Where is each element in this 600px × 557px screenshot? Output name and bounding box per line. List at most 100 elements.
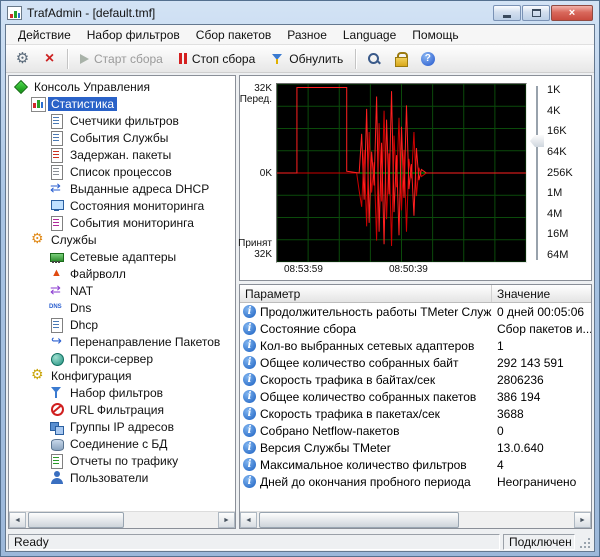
tree-item-label: Сетевые адаптеры	[67, 250, 179, 264]
table-row[interactable]: i Максимальное количество фильтров 4	[240, 456, 591, 473]
tree-item[interactable]: Консоль Управления	[9, 78, 235, 95]
parameter-cell: i Продолжительность работы TMeter Служ..…	[240, 305, 492, 319]
tree-item-label: Набор фильтров	[67, 386, 166, 400]
tree-item[interactable]: URL Фильтрация	[9, 401, 235, 418]
tree-item[interactable]: События Службы	[9, 129, 235, 146]
connection-status: Подключен	[503, 534, 575, 550]
scrollbar-thumb[interactable]	[259, 512, 459, 528]
tree-item[interactable]: Сетевые адаптеры	[9, 248, 235, 265]
table-row[interactable]: i Дней до окончания пробного периода Нео…	[240, 473, 591, 490]
column-header-value[interactable]: Значение	[492, 285, 591, 302]
resize-grip[interactable]	[578, 534, 592, 550]
table-row[interactable]: i Продолжительность работы TMeter Служ..…	[240, 303, 591, 320]
tree-item-icon	[49, 335, 65, 349]
tree-item-icon	[49, 114, 65, 128]
info-icon: i	[243, 407, 256, 420]
traffic-graph-svg	[277, 84, 526, 262]
parameter-text: Версия Службы TMeter	[260, 441, 391, 455]
start-capture-button[interactable]: Старт сбора	[73, 48, 170, 70]
inspect-button[interactable]	[361, 48, 386, 70]
settings-button[interactable]: ⚙	[10, 48, 35, 70]
tree-item-label: Перенаправление Пакетов	[67, 335, 223, 349]
tree-item[interactable]: Соединение с БД	[9, 435, 235, 452]
tree-item[interactable]: Службы	[9, 231, 235, 248]
scale-label: 4K	[547, 105, 591, 117]
tree-item[interactable]: Dhcp	[9, 316, 235, 333]
tree-item[interactable]: Прокси-сервер	[9, 350, 235, 367]
tree-item[interactable]: Группы IP адресов	[9, 418, 235, 435]
table-row[interactable]: i Версия Службы TMeter 13.0.640	[240, 439, 591, 456]
table-row[interactable]: i Общее количество собранных байт 292 14…	[240, 354, 591, 371]
minimize-button[interactable]	[493, 5, 521, 21]
menu-item[interactable]: Сбор пакетов	[188, 26, 279, 44]
parameter-text: Кол-во выбранных сетевых адаптеров	[260, 339, 474, 353]
table-row[interactable]: i Состояние сбора Сбор пакетов и...	[240, 320, 591, 337]
tree-item-icon	[13, 80, 29, 94]
stop-capture-button[interactable]: Стоп сбора	[172, 48, 262, 70]
parameter-cell: i Собрано Netflow-пакетов	[240, 424, 492, 438]
scroll-left-button[interactable]: ◄	[240, 512, 257, 528]
right-pane: 32K Перед. 0K Принят 32K	[239, 75, 592, 529]
tree-item-icon	[49, 420, 65, 434]
tree-item[interactable]: Конфигурация	[9, 367, 235, 384]
parameter-cell: i Общее количество собранных байт	[240, 356, 492, 370]
scrollbar-thumb[interactable]	[28, 512, 124, 528]
reset-counters-label: Обнулить	[289, 52, 343, 66]
tree-item-label: Консоль Управления	[31, 80, 153, 94]
parameter-text: Состояние сбора	[260, 322, 356, 336]
table-row[interactable]: i Скорость трафика в пакетах/сек 3688	[240, 405, 591, 422]
table-row[interactable]: i Кол-во выбранных сетевых адаптеров 1	[240, 337, 591, 354]
scroll-left-button[interactable]: ◄	[9, 512, 26, 528]
tree-item[interactable]: Задержан. пакеты	[9, 146, 235, 163]
table-row[interactable]: i Собрано Netflow-пакетов 0	[240, 422, 591, 439]
tree-item[interactable]: Выданные адреса DHCP	[9, 180, 235, 197]
graph-y-labels: 32K Перед. 0K Принят 32K	[240, 83, 276, 263]
tree-item[interactable]: Пользователи	[9, 469, 235, 486]
column-header-parameter[interactable]: Параметр	[240, 285, 492, 302]
help-button[interactable]: ?	[415, 48, 440, 70]
scroll-right-button[interactable]: ►	[218, 512, 235, 528]
tree-item[interactable]: Состояния мониторинга	[9, 197, 235, 214]
traffic-graph	[276, 83, 527, 263]
reset-counters-button[interactable]: Обнулить	[264, 48, 350, 70]
slider-track[interactable]	[536, 86, 538, 260]
scrollbar-track[interactable]	[257, 512, 574, 528]
menu-item[interactable]: Набор фильтров	[79, 26, 188, 44]
tree-item-icon	[49, 284, 65, 298]
menu-item[interactable]: Помощь	[404, 26, 466, 44]
value-cell: 386 194	[492, 390, 591, 404]
info-icon: i	[243, 441, 256, 454]
table-row[interactable]: i Скорость трафика в байтах/сек 2806236	[240, 371, 591, 388]
menu-item[interactable]: Language	[335, 26, 404, 44]
delete-filter-button[interactable]: ×	[37, 48, 62, 70]
value-cell: 0	[492, 424, 591, 438]
tree-item-label: Группы IP адресов	[67, 420, 177, 434]
tree-item[interactable]: События мониторинга	[9, 214, 235, 231]
scrollbar-track[interactable]	[26, 512, 218, 528]
menu-item[interactable]: Разное	[279, 26, 335, 44]
tree-item[interactable]: Dns	[9, 299, 235, 316]
parameter-text: Общее количество собранных пакетов	[260, 390, 476, 404]
tree-item[interactable]: NAT	[9, 282, 235, 299]
slider-handle[interactable]	[530, 135, 544, 147]
tree-item[interactable]: Отчеты по трафику	[9, 452, 235, 469]
close-button[interactable]: ×	[551, 5, 593, 21]
menu-item[interactable]: Действие	[10, 26, 79, 44]
info-icon: i	[243, 356, 256, 369]
security-button[interactable]	[388, 48, 413, 70]
scroll-right-button[interactable]: ►	[574, 512, 591, 528]
tree-item[interactable]: Статистика	[9, 95, 235, 112]
tree-item[interactable]: Список процессов	[9, 163, 235, 180]
tree-item[interactable]: Файрволл	[9, 265, 235, 282]
parameter-cell: i Скорость трафика в байтах/сек	[240, 373, 492, 387]
maximize-button[interactable]	[522, 5, 550, 21]
tree-item[interactable]: Набор фильтров	[9, 384, 235, 401]
tree-item[interactable]: Счетчики фильтров	[9, 112, 235, 129]
y-label-bottom: 32K	[254, 249, 272, 260]
value-cell: 292 143 591	[492, 356, 591, 370]
table-row[interactable]: i Общее количество собранных пакетов 386…	[240, 388, 591, 405]
info-icon: i	[243, 424, 256, 437]
tree-item-label: Конфигурация	[48, 369, 135, 383]
parameter-text: Скорость трафика в байтах/сек	[260, 373, 435, 387]
tree-item[interactable]: Перенаправление Пакетов	[9, 333, 235, 350]
